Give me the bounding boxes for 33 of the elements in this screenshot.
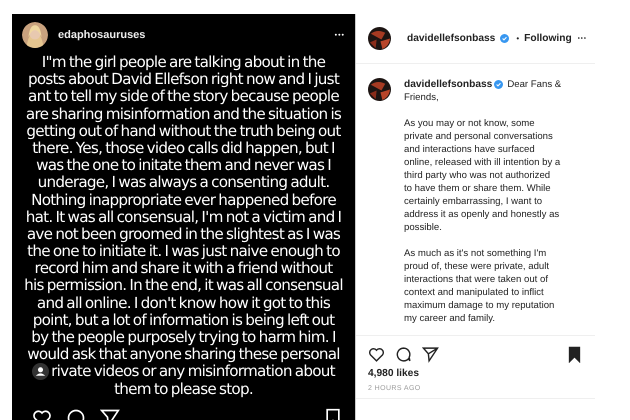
user-tag-icon[interactable] xyxy=(32,363,50,380)
following-button[interactable]: Following xyxy=(524,33,572,44)
separator: • xyxy=(516,34,520,43)
username[interactable]: davidellefsonbass xyxy=(407,33,496,44)
story-text-line: are sharing misinformation and the situation is xyxy=(26,106,342,123)
story-text-line: and all online. I don't know how it got to this xyxy=(36,294,330,312)
bookmark-icon[interactable] xyxy=(566,346,583,363)
story-text-line: underage, I was always a consenting adult. xyxy=(38,174,330,192)
story-text-line: was the one to initate them and never was I xyxy=(36,157,331,174)
story-text-line: by the people purposely trying to harm him. I xyxy=(31,329,336,346)
caption-text: Friends, As you may or not know, some private and personal conversations and interactions have surfaced online, released with ill intention by a third party who was not authorized to have them or share them. While certainly embarrassing, I want to address it as openly and honestly as possible. As much as it's not something I'm proud of, these were private, adult interactions that were taken out of context and manipulated to inflict maximum damage to my reputation my career and family. xyxy=(404,91,562,325)
story-text-line: Nothing inappropriate ever happened before xyxy=(31,192,336,209)
story-text-line: rivate videos or any misinformation about xyxy=(51,363,335,381)
story-text-line: would ask that anyone sharing these personal xyxy=(27,346,340,364)
story-text-line: I"m the girl people are talking about in the xyxy=(42,54,326,72)
username[interactable]: davidellefsonbass xyxy=(404,78,492,91)
story-text-line: hat. It was all consensual, I'm not a victim and I xyxy=(26,208,342,226)
story-text-line: getting out of hand without the truth being out xyxy=(26,122,341,140)
story-text-line: record him and share it with a friend without xyxy=(34,260,332,278)
story-text-line: there. Yes, those video calls did happen, but I xyxy=(32,140,335,158)
story-text-line: ave not been groomed in the slightest as I was xyxy=(26,226,340,244)
username[interactable]: edaphosauruses xyxy=(58,29,146,41)
story-text-line: posts about David Ellefson right now and I just xyxy=(28,71,340,88)
comment-icon[interactable] xyxy=(395,346,412,363)
heart-icon[interactable] xyxy=(368,346,385,363)
caption-text: Dear Fans & xyxy=(507,78,562,91)
story-text-line: point, but a lot of information is being left out xyxy=(32,312,334,330)
story-text-line: them to please stop. xyxy=(114,380,253,398)
story-text-line: the one to initiate it. I was just naive enough to xyxy=(27,243,340,260)
share-icon[interactable] xyxy=(422,346,439,363)
story-text-line: ant to tell my side of the story because people xyxy=(28,88,339,106)
likes-count[interactable]: 4,980 likes xyxy=(356,365,595,382)
story-text-line: his permission. In the end, it was all consensual xyxy=(24,277,343,295)
